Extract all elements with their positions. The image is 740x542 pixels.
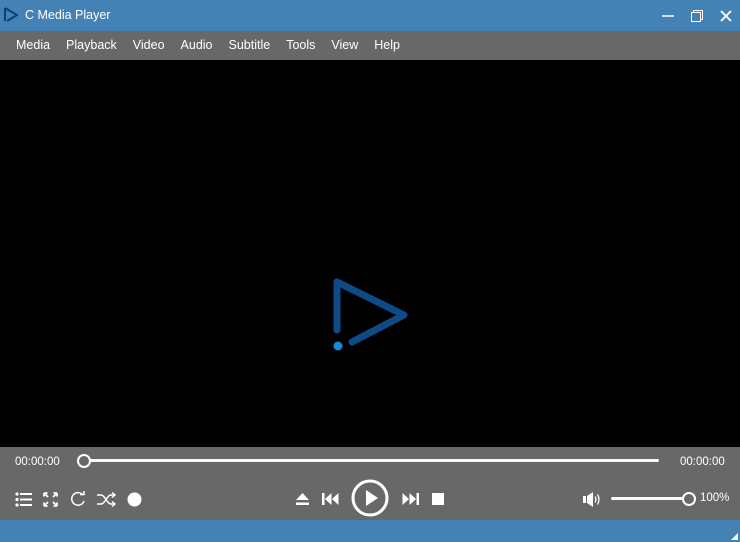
seek-thumb[interactable] — [77, 454, 91, 468]
video-area[interactable] — [0, 60, 740, 447]
title-bar: C Media Player — [0, 0, 740, 31]
menu-help[interactable]: Help — [366, 31, 408, 60]
record-button[interactable] — [124, 489, 144, 509]
menu-view[interactable]: View — [323, 31, 366, 60]
repeat-icon — [71, 491, 85, 506]
skip-previous-icon — [321, 493, 338, 505]
eject-icon — [295, 493, 309, 505]
volume-thumb[interactable] — [682, 492, 696, 506]
menu-tools[interactable]: Tools — [278, 31, 323, 60]
close-button[interactable] — [713, 4, 739, 28]
seek-track — [83, 459, 659, 462]
menu-playback[interactable]: Playback — [58, 31, 125, 60]
minimize-button[interactable] — [655, 4, 681, 28]
play-button[interactable] — [350, 478, 390, 518]
shuffle-button[interactable] — [95, 489, 117, 509]
menu-subtitle[interactable]: Subtitle — [221, 31, 279, 60]
menu-video[interactable]: Video — [125, 31, 173, 60]
control-panel: 00:00:00 00:00:00 100% — [0, 447, 740, 520]
mute-button[interactable] — [581, 489, 603, 509]
shuffle-icon — [96, 491, 116, 507]
status-bar — [0, 520, 740, 542]
app-logo-icon — [4, 7, 18, 22]
seek-bar[interactable] — [77, 453, 663, 469]
window-title: C Media Player — [25, 8, 111, 22]
play-icon — [351, 479, 389, 517]
menu-media[interactable]: Media — [8, 31, 58, 60]
expand-icon — [42, 491, 58, 507]
restore-icon — [691, 10, 703, 22]
record-icon — [127, 492, 141, 506]
duration-time: 00:00:00 — [680, 456, 725, 468]
skip-next-icon — [402, 493, 419, 505]
volume-percent: 100% — [700, 492, 730, 504]
eject-button[interactable] — [292, 489, 312, 509]
minimize-icon — [662, 15, 674, 17]
resize-grip-icon[interactable] — [731, 533, 738, 540]
list-icon — [14, 491, 32, 507]
stop-icon — [432, 493, 444, 505]
current-time: 00:00:00 — [15, 456, 60, 468]
restore-button[interactable] — [684, 4, 710, 28]
menu-bar: Media Playback Video Audio Subtitle Tool… — [0, 31, 740, 60]
loop-button[interactable] — [68, 489, 88, 509]
close-icon — [720, 10, 732, 22]
speaker-icon — [582, 491, 600, 507]
playlist-button[interactable] — [13, 489, 33, 509]
stop-button[interactable] — [428, 489, 448, 509]
fullscreen-button[interactable] — [40, 489, 60, 509]
player-logo-icon — [333, 278, 408, 351]
volume-slider[interactable] — [608, 491, 696, 507]
volume-track — [611, 497, 690, 500]
previous-button[interactable] — [320, 489, 340, 509]
next-button[interactable] — [400, 489, 420, 509]
menu-audio[interactable]: Audio — [173, 31, 221, 60]
